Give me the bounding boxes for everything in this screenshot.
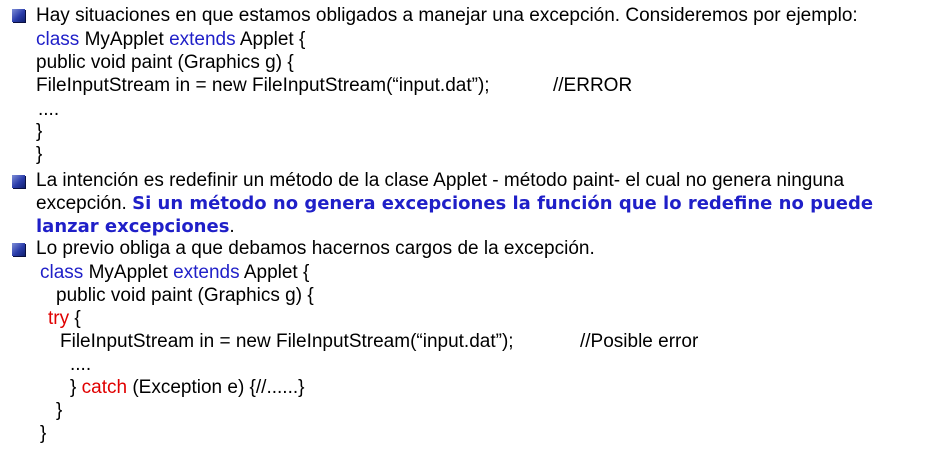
class-rest: Applet { [235,29,306,50]
catch-brace: } [70,377,82,398]
keyword-catch: catch [81,377,128,398]
code2-line-2: public void paint (Graphics g) { [56,285,314,306]
code2-line-4: FileInputStream in = new FileInputStream… [60,331,698,353]
code2-line-1: class MyApplet extends Applet { [40,262,309,284]
code1-line-5: } [36,121,43,142]
code2-comment: //Posible error [580,331,699,352]
keyword-class: class [40,262,84,283]
bullet-2-text-line-2: excepción. Si un método no genera excepc… [36,193,873,215]
keyword-extends: extends [169,29,236,50]
code1-line-3: FileInputStream in = new FileInputStream… [36,75,632,97]
slide: Hay situaciones en que estamos obligados… [0,0,930,451]
code1-line-2: public void paint (Graphics g) { [36,52,294,73]
code2-line-5: .... [70,354,92,375]
code1-line-6: } [36,144,43,165]
code1-statement: FileInputStream in = new FileInputStream… [36,75,490,96]
class-name: MyApplet [83,262,174,283]
code2-line-8: } [40,423,47,444]
keyword-try: try [48,308,70,329]
bullet-2-emphasis-2: lanzar excepciones [36,216,230,237]
bullet-2-text-start: excepción. [36,193,133,214]
bullet-square-icon [12,243,25,256]
code1-line-4: .... [38,99,60,120]
code2-line-6: } catch (Exception e) {//......} [70,377,304,399]
bullet-2-period: . [229,216,235,237]
bullet-square-icon [12,175,25,188]
bullet-1-text: Hay situaciones en que estamos obligados… [36,5,858,26]
class-rest: Applet { [239,262,310,283]
code2-statement: FileInputStream in = new FileInputStream… [60,331,514,352]
bullet-square-icon [12,9,25,22]
catch-rest: (Exception e) {//......} [127,377,305,398]
keyword-extends: extends [173,262,240,283]
bullet-2-emphasis-1: Si un método no genera excepciones la fu… [132,193,874,214]
code1-comment: //ERROR [553,75,633,96]
bullet-2-text-line-1: La intención es redefinir un método de l… [36,170,845,191]
try-brace: { [69,308,81,329]
bullet-2-text-line-3: lanzar excepciones. [36,216,235,238]
bullet-3-text: Lo previo obliga a que debamos hacernos … [36,238,595,259]
keyword-class: class [36,29,80,50]
code2-line-3: try { [48,308,81,330]
code1-line-1: class MyApplet extends Applet { [36,29,305,51]
code2-line-7: } [56,400,63,421]
class-name: MyApplet [79,29,170,50]
